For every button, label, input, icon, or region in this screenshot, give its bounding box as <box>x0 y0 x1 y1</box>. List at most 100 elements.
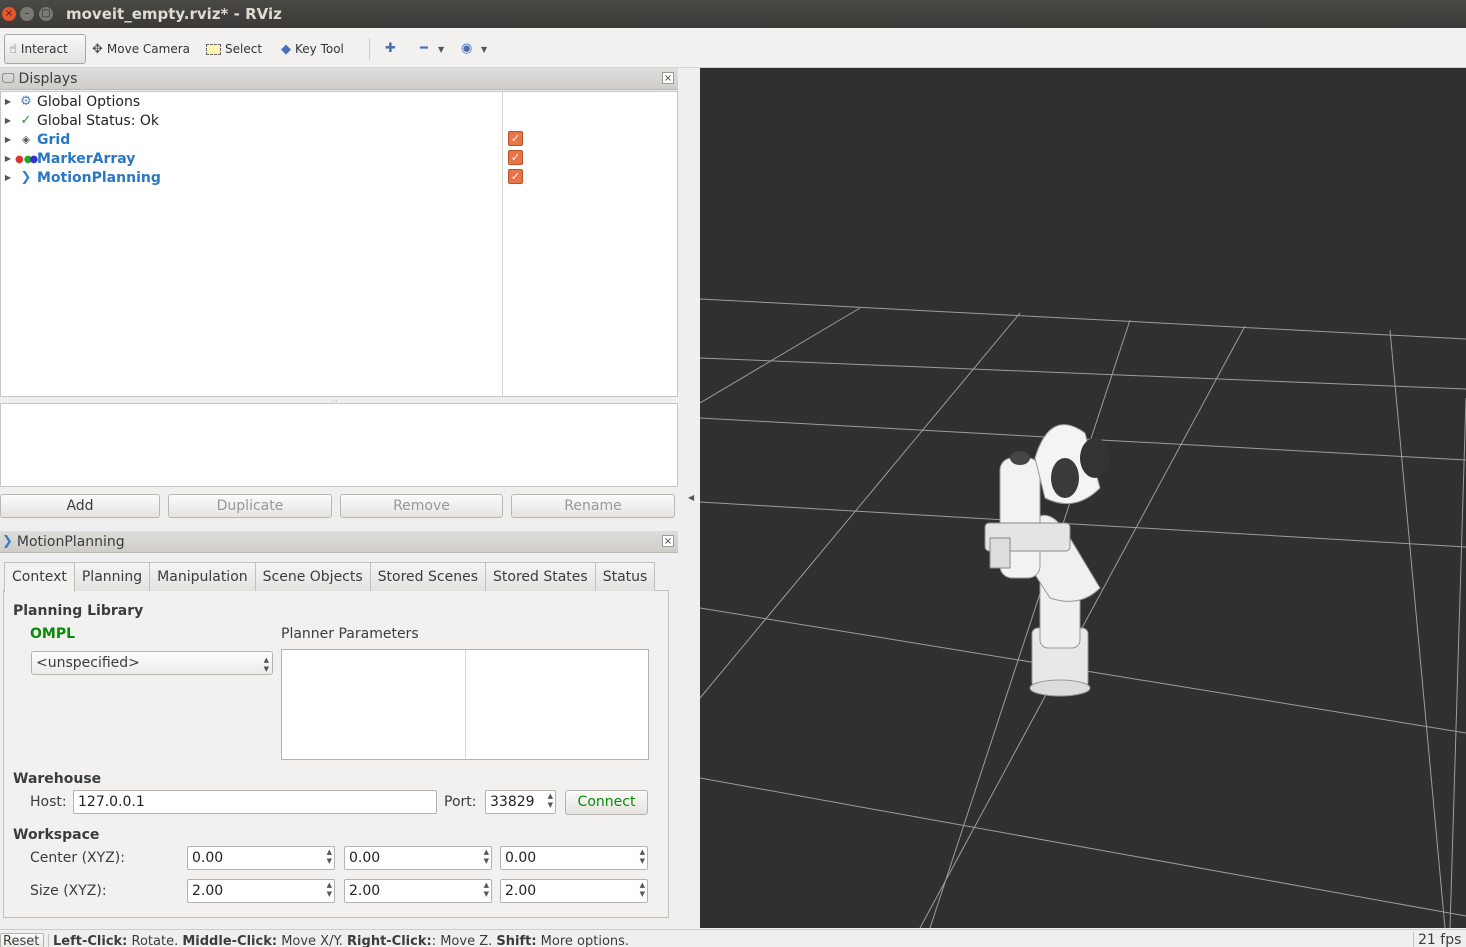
remove-tool-dropdown-icon[interactable]: ▼ <box>438 45 444 54</box>
minimize-window-icon[interactable]: – <box>20 7 34 21</box>
size-z-spinbox[interactable]: 2.00 ▲ ▼ <box>500 879 648 903</box>
size-y-spinbox[interactable]: 2.00 ▲ ▼ <box>344 879 492 903</box>
monitor-icon: 🖵 <box>2 71 15 86</box>
display-description-box <box>0 403 678 487</box>
tab-context[interactable]: Context <box>4 562 75 592</box>
motion-planning-panel-title: MotionPlanning <box>16 533 125 550</box>
rename-display-button[interactable]: Rename <box>511 494 675 518</box>
key-tool-button[interactable]: ◆ Key Tool <box>277 34 348 64</box>
spin-arrows-icon[interactable]: ▲ ▼ <box>640 881 645 899</box>
maximize-window-icon[interactable]: □ <box>39 7 53 21</box>
reset-view-button[interactable]: Reset <box>0 933 44 947</box>
remove-display-button[interactable]: Remove <box>340 494 503 518</box>
key-tool-diamond-icon: ◆ <box>281 41 291 57</box>
displays-close-icon[interactable]: × <box>662 72 674 84</box>
planner-parameters-label: Planner Parameters <box>281 626 419 642</box>
size-x-spinbox[interactable]: 2.00 ▲ ▼ <box>187 879 335 903</box>
interact-tool-label: Interact <box>20 42 68 56</box>
add-tool-plus-icon[interactable]: ✚ <box>385 41 396 56</box>
host-input[interactable]: 127.0.0.1 <box>73 790 437 814</box>
center-y-value: 0.00 <box>349 850 381 866</box>
tab-stored-scenes[interactable]: Stored Scenes <box>369 562 486 591</box>
displays-panel-title: Displays <box>18 70 78 87</box>
center-y-spinbox[interactable]: 0.00 ▲ ▼ <box>344 846 492 870</box>
panels-dropdown-icon[interactable]: ▼ <box>481 45 487 54</box>
title-bar: × – □ moveit_empty.rviz* - RViz <box>0 0 1466 28</box>
duplicate-display-button[interactable]: Duplicate <box>168 494 332 518</box>
render-3d-viewport[interactable] <box>700 68 1466 928</box>
tree-item-label: MarkerArray <box>37 150 136 167</box>
motion-planning-tabs: Context Planning Manipulation Scene Obje… <box>4 562 656 592</box>
planner-select[interactable]: <unspecified> ▲ ▼ <box>31 651 273 675</box>
size-x-value: 2.00 <box>192 883 224 899</box>
planner-parameters-table[interactable] <box>281 649 649 760</box>
expand-arrow-icon[interactable]: ▶ <box>1 173 15 182</box>
move-camera-tool-button[interactable]: ✥ Move Camera <box>88 34 194 64</box>
tree-column-divider <box>502 92 503 396</box>
motion-planning-icon: ❯ <box>20 170 32 185</box>
center-x-spinbox[interactable]: 0.00 ▲ ▼ <box>187 846 335 870</box>
hand-pointer-icon: ☝ <box>9 41 17 57</box>
size-xyz-label: Size (XYZ): <box>30 883 107 899</box>
planning-library-name: OMPL <box>30 626 76 642</box>
select-updown-icon: ▲ ▼ <box>263 656 269 673</box>
center-z-value: 0.00 <box>505 850 537 866</box>
panels-eye-icon[interactable]: ◉ <box>461 41 472 56</box>
size-z-value: 2.00 <box>505 883 537 899</box>
select-tool-button[interactable]: Select <box>202 34 266 64</box>
spin-arrows-icon[interactable]: ▲ ▼ <box>327 881 332 899</box>
close-window-icon[interactable]: × <box>2 7 16 21</box>
host-label: Host: <box>30 794 67 810</box>
warehouse-heading: Warehouse <box>13 771 102 787</box>
spin-arrows-icon[interactable]: ▲ ▼ <box>484 848 489 866</box>
window-title: moveit_empty.rviz* - RViz <box>66 5 282 23</box>
displays-panel-header: 🖵 Displays × <box>0 68 678 90</box>
remove-tool-minus-icon[interactable]: ━ <box>420 41 428 56</box>
grid-lines <box>700 298 1466 928</box>
connect-button[interactable]: Connect <box>565 790 648 815</box>
status-bar: Reset Left-Click: Rotate. Middle-Click: … <box>0 929 1466 947</box>
tree-item-global-status[interactable]: ▶ ✓ Global Status: Ok <box>1 111 501 130</box>
expand-arrow-icon[interactable]: ▶ <box>1 135 15 144</box>
size-y-value: 2.00 <box>349 883 381 899</box>
interact-tool-button[interactable]: ☝ Interact <box>4 34 86 64</box>
grid-icon: ◈ <box>21 133 31 146</box>
gear-icon: ⚙ <box>20 94 32 109</box>
move-camera-icon: ✥ <box>92 41 103 57</box>
select-tool-label: Select <box>225 42 263 56</box>
planner-select-value: <unspecified> <box>36 655 140 671</box>
tree-item-label: Global Status: Ok <box>37 112 160 129</box>
tree-item-motion-planning[interactable]: ▶ ❯ MotionPlanning <box>1 168 501 187</box>
port-spinbox[interactable]: 33829 ▲ ▼ <box>485 790 556 814</box>
center-z-spinbox[interactable]: 0.00 ▲ ▼ <box>500 846 648 870</box>
planning-library-heading: Planning Library <box>13 603 144 619</box>
tree-item-marker-array[interactable]: ▶ ●●● MarkerArray <box>1 149 501 168</box>
tab-status[interactable]: Status <box>594 562 656 591</box>
grid-enabled-checkbox[interactable]: ✓ <box>508 131 523 146</box>
expand-arrow-icon[interactable]: ▶ <box>1 97 15 106</box>
expand-arrow-icon[interactable]: ▶ <box>1 116 15 125</box>
spin-arrows-icon[interactable]: ▲ ▼ <box>484 881 489 899</box>
tree-item-global-options[interactable]: ▶ ⚙ Global Options <box>1 92 501 111</box>
tree-item-grid[interactable]: ▶ ◈ Grid <box>1 130 501 149</box>
displays-tree: ▶ ⚙ Global Options ▶ ✓ Global Status: Ok… <box>0 91 678 397</box>
tab-stored-states[interactable]: Stored States <box>485 562 596 591</box>
spin-arrows-icon[interactable]: ▲ ▼ <box>640 848 645 866</box>
tree-item-label: MotionPlanning <box>37 169 161 186</box>
grid-and-robot-render <box>700 298 1466 928</box>
add-display-button[interactable]: Add <box>0 494 160 518</box>
tab-manipulation[interactable]: Manipulation <box>149 562 256 591</box>
motion-planning-close-icon[interactable]: × <box>662 535 674 547</box>
motion-planning-enabled-checkbox[interactable]: ✓ <box>508 169 523 184</box>
spin-arrows-icon[interactable]: ▲ ▼ <box>327 848 332 866</box>
check-icon: ✓ <box>20 113 32 128</box>
tab-planning[interactable]: Planning <box>73 562 151 591</box>
tab-scene-objects[interactable]: Scene Objects <box>254 562 371 591</box>
marker-array-enabled-checkbox[interactable]: ✓ <box>508 150 523 165</box>
expand-arrow-icon[interactable]: ▶ <box>1 154 15 163</box>
collapse-panel-arrow-icon[interactable]: ◀ <box>688 493 694 502</box>
spin-arrows-icon[interactable]: ▲ ▼ <box>548 792 553 810</box>
center-xyz-label: Center (XYZ): <box>30 850 125 866</box>
toolbar-separator <box>369 38 370 60</box>
motion-planning-panel-header: ❯ MotionPlanning × <box>0 531 678 553</box>
